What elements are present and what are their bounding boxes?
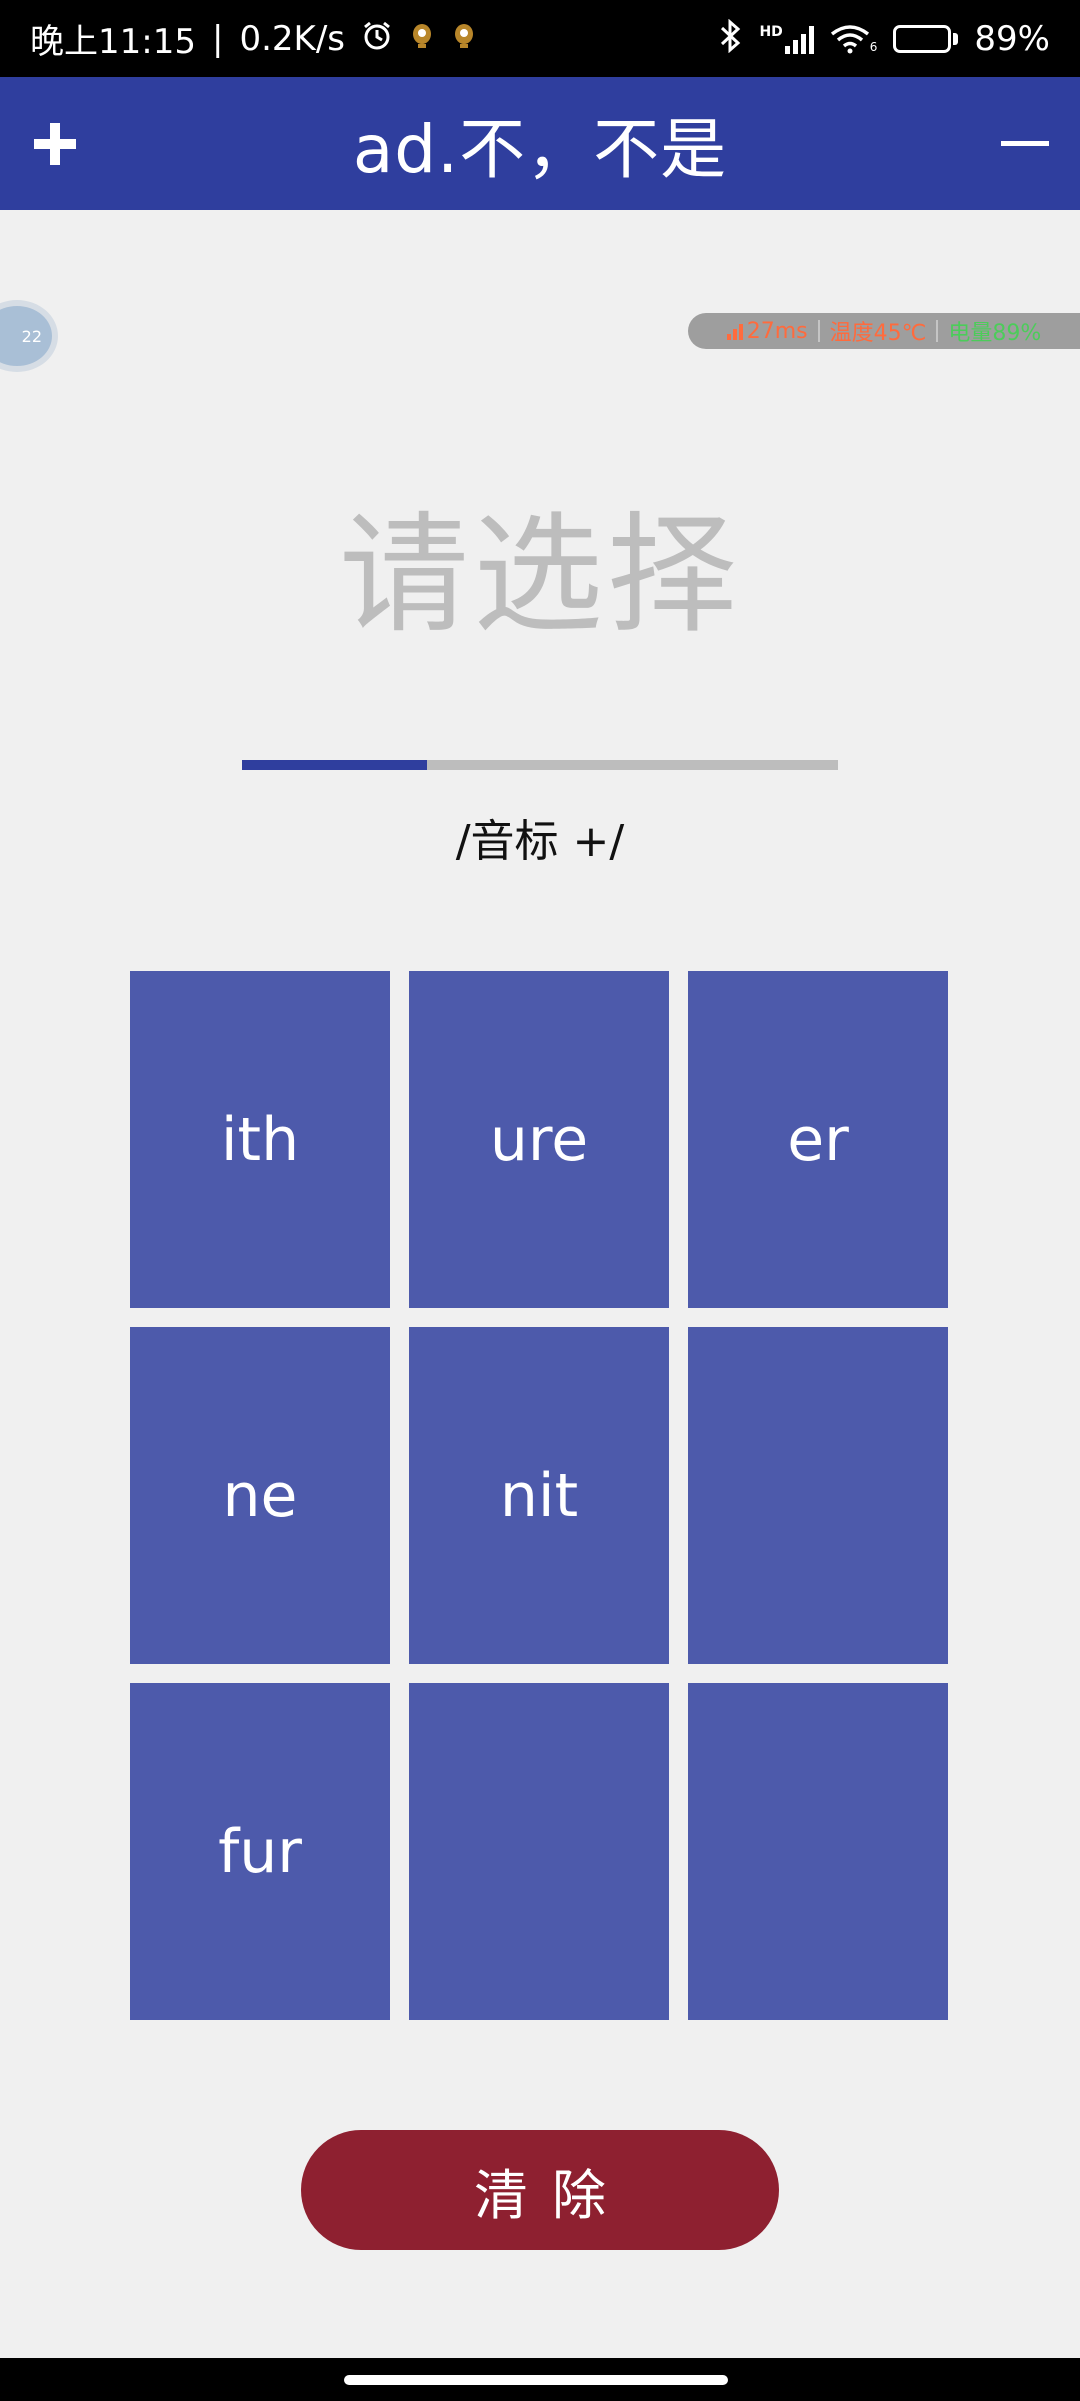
status-bar-right: HD 6 89%	[719, 18, 1050, 59]
perf-divider	[817, 320, 820, 342]
battery-percent: 89%	[974, 18, 1050, 59]
bluetooth-icon	[719, 18, 743, 59]
perf-ping: 27ms	[726, 318, 808, 344]
syllable-tile[interactable]: ith	[130, 971, 390, 1308]
syllable-tile[interactable]: fur	[130, 1683, 390, 2020]
status-bar-left: 晚上11:15 | 0.2K/s	[30, 14, 477, 63]
syllable-tile[interactable]: er	[688, 971, 948, 1308]
app-header: ad.不，不是	[0, 77, 1080, 210]
signal-bars-icon	[726, 322, 743, 340]
syllable-grid: ith ure er ne nit fur	[130, 971, 950, 2020]
syllable-tile[interactable]	[688, 1683, 948, 2020]
status-network-speed: 0.2K/s	[239, 18, 345, 59]
syllable-tile[interactable]: ne	[130, 1327, 390, 1664]
add-button[interactable]	[0, 77, 110, 210]
perf-divider	[936, 320, 939, 342]
battery-icon	[893, 24, 959, 53]
syllable-tile[interactable]: ure	[409, 971, 669, 1308]
notification-icon	[409, 22, 435, 56]
home-indicator[interactable]	[344, 2375, 728, 2385]
plus-icon	[34, 122, 76, 165]
progress-bar	[242, 760, 838, 770]
phonetic-label: /音标 +/	[455, 816, 625, 867]
remove-button[interactable]	[970, 77, 1080, 210]
perf-temperature: 温度45℃	[829, 321, 927, 346]
clear-button[interactable]: 清除	[301, 2130, 779, 2250]
performance-overlay[interactable]: 27ms 温度45℃ 电量89%	[688, 313, 1080, 349]
perf-ping-text: 27ms	[746, 318, 808, 344]
status-bar: 晚上11:15 | 0.2K/s HD 6 89%	[0, 0, 1080, 77]
status-separator: |	[211, 18, 224, 59]
prompt-text: 请选择	[338, 499, 741, 651]
perf-battery: 电量89%	[948, 321, 1042, 346]
signal-hd-tag: HD	[759, 23, 783, 40]
notification-icon	[451, 22, 477, 56]
page-title: ad.不，不是	[352, 110, 728, 188]
syllable-tile[interactable]	[409, 1683, 669, 2020]
wifi-icon: 6	[830, 24, 878, 54]
syllable-tile[interactable]	[688, 1327, 948, 1664]
alarm-icon	[361, 20, 393, 58]
minus-icon	[1001, 141, 1049, 146]
floating-ball-text: 22	[21, 326, 42, 346]
wifi-tag: 6	[869, 39, 878, 54]
progress-fill	[242, 760, 427, 770]
syllable-tile[interactable]: nit	[409, 1327, 669, 1664]
status-time: 晚上11:15	[30, 22, 196, 62]
navigation-bar	[0, 2358, 1080, 2401]
floating-assistant-ball[interactable]: 22	[0, 300, 58, 372]
signal-icon: HD	[759, 23, 814, 54]
